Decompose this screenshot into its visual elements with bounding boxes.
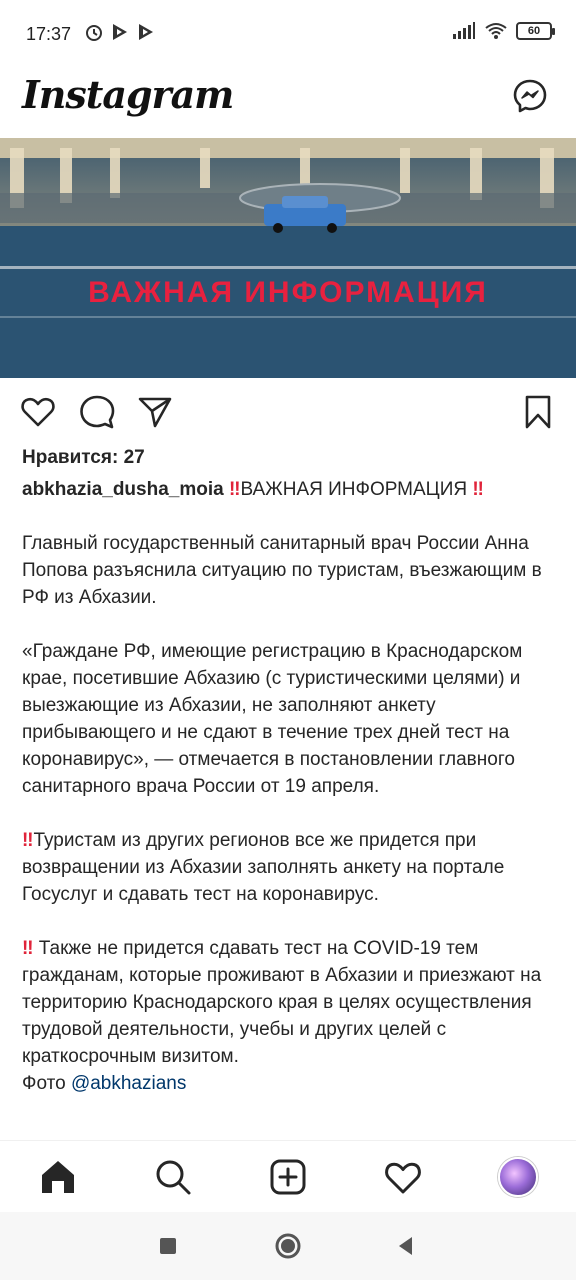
- photo-credit: Фото @abkhazians: [22, 1070, 560, 1097]
- app-header: Instagram: [0, 68, 576, 138]
- play-icon: [113, 24, 127, 40]
- bottom-navigation: [0, 1140, 576, 1212]
- battery-level: 60: [527, 25, 541, 37]
- caption-paragraph: Главный государственный санитарный врач …: [22, 533, 542, 608]
- post-caption: abkhazia_dusha_moia ‼ВАЖНАЯ ИНФОРМАЦИЯ ‼…: [22, 476, 560, 1097]
- double-exclamation-icon: ‼: [228, 479, 241, 500]
- bookmark-icon[interactable]: [520, 394, 556, 430]
- instagram-logo: Instagram: [22, 72, 234, 117]
- home-icon[interactable]: [38, 1157, 78, 1197]
- status-time: 17:37: [26, 24, 72, 44]
- caption-paragraph: Также не придется сдавать тест на COVID-…: [22, 938, 542, 1067]
- post-actions: [0, 390, 576, 434]
- post-image[interactable]: ВАЖНАЯ ИНФОРМАЦИЯ: [0, 138, 576, 378]
- image-overlay-text: ВАЖНАЯ ИНФОРМАЦИЯ: [88, 276, 488, 309]
- system-navigation-bar: [0, 1212, 576, 1280]
- comment-icon[interactable]: [79, 394, 115, 430]
- caption-paragraph: Туристам из других регионов все же приде…: [22, 830, 505, 905]
- back-icon[interactable]: [392, 1232, 420, 1260]
- double-exclamation-icon: ‼: [22, 938, 34, 959]
- signal-icon: [453, 22, 475, 39]
- post-photo: [0, 138, 576, 378]
- caption-paragraph: «Граждане РФ, имеющие регистрацию в Крас…: [22, 641, 523, 797]
- like-heart-icon[interactable]: [20, 394, 56, 430]
- wifi-icon: [485, 23, 507, 39]
- activity-icon[interactable]: [383, 1157, 423, 1197]
- status-bar: 17:37 60: [0, 0, 576, 68]
- recents-icon[interactable]: [154, 1232, 182, 1260]
- post-username[interactable]: abkhazia_dusha_moia: [22, 479, 224, 500]
- caption-title: ВАЖНАЯ ИНФОРМАЦИЯ: [240, 479, 468, 500]
- share-icon[interactable]: [137, 394, 173, 430]
- caption-header: abkhazia_dusha_moia ‼ВАЖНАЯ ИНФОРМАЦИЯ ‼: [22, 476, 560, 503]
- alarm-icon: [86, 25, 102, 41]
- new-post-icon[interactable]: [268, 1157, 308, 1197]
- photo-mention-link[interactable]: @abkhazians: [71, 1073, 186, 1094]
- messenger-icon[interactable]: [512, 78, 548, 114]
- photo-credit-label: Фото: [22, 1073, 66, 1094]
- double-exclamation-icon: ‼: [22, 830, 34, 851]
- likes-count[interactable]: Нравится: 27: [22, 447, 145, 469]
- notification-icons: [84, 22, 156, 42]
- status-right: 60: [452, 22, 555, 40]
- home-circle-icon[interactable]: [274, 1232, 302, 1260]
- profile-avatar[interactable]: [498, 1157, 538, 1197]
- double-exclamation-icon: ‼: [472, 479, 484, 500]
- play-icon: [139, 24, 153, 40]
- battery-icon: 60: [516, 22, 555, 40]
- search-icon[interactable]: [153, 1157, 193, 1197]
